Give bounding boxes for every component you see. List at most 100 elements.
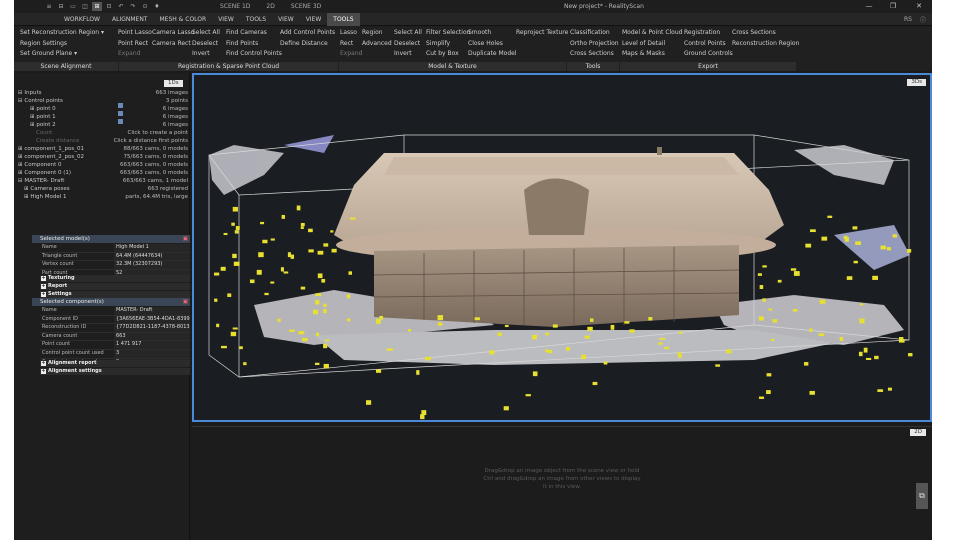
tree-row[interactable]: ⊞ point 2 6 images [18,121,188,129]
menu-item-tools[interactable]: TOOLS [327,12,360,26]
camera-marker[interactable] [792,308,798,312]
ribbon-button[interactable]: Duplicate Model [468,49,517,60]
camera-marker[interactable] [270,281,275,284]
camera-marker[interactable] [315,362,320,366]
camera-marker[interactable] [375,318,381,324]
menu-item-mesh-color[interactable]: MESH & COLOR [153,13,212,26]
camera-marker[interactable] [474,317,480,321]
ribbon-button[interactable]: Camera Rect [152,39,194,50]
camera-marker[interactable] [759,285,764,289]
camera-marker[interactable] [416,370,420,375]
camera-marker[interactable] [323,303,327,308]
checkbox[interactable] [118,103,123,108]
camera-marker[interactable] [715,364,721,367]
property-value[interactable]: High Model 1 [114,244,190,252]
ribbon-button[interactable]: Add Control Points [280,28,335,39]
camera-marker[interactable] [758,316,764,321]
help-icon[interactable]: ⓘ [920,15,926,24]
camera-marker[interactable] [300,222,305,227]
camera-marker[interactable] [280,267,284,272]
camera-marker[interactable] [810,229,816,233]
camera-marker[interactable] [853,260,858,264]
camera-marker[interactable] [220,266,226,271]
ribbon-button[interactable]: Point Lasso [118,28,152,39]
camera-marker[interactable] [503,406,509,411]
camera-marker[interactable] [629,329,635,333]
ribbon-button[interactable]: Cross Sections [732,28,799,39]
camera-marker[interactable] [726,349,732,354]
ribbon-button[interactable]: Find Control Points [226,49,282,60]
camera-marker[interactable] [232,253,237,259]
ribbon-button[interactable]: Cut by Box [426,49,470,60]
camera-marker[interactable] [819,299,826,304]
camera-marker[interactable] [892,234,898,238]
camera-marker[interactable] [317,250,324,255]
tree-row[interactable]: ⊟ Inputs 663 images [18,89,188,97]
camera-marker[interactable] [283,271,289,274]
panel-toggle-icon[interactable]: ⧉ [916,483,928,509]
camera-marker[interactable] [315,332,320,337]
tree-row[interactable]: ⊞ component_1_pos_01 88/663 cams, 0 model… [18,145,188,153]
ribbon-button[interactable]: Maps & Masks [622,49,682,60]
camera-marker[interactable] [315,300,320,305]
camera-marker[interactable] [232,206,238,212]
camera-marker[interactable] [234,230,239,234]
camera-marker[interactable] [497,332,502,336]
camera-marker[interactable] [223,232,228,236]
camera-marker[interactable] [587,326,593,332]
camera-marker[interactable] [249,279,255,284]
subsection-alignment-settings[interactable]: + Alignment settings [40,368,190,375]
ribbon-button[interactable]: Expand [340,49,362,60]
menu-item-alignment[interactable]: ALIGNMENT [106,13,153,26]
camera-marker[interactable] [762,265,767,268]
camera-marker[interactable] [277,318,281,322]
camera-marker[interactable] [346,294,351,299]
camera-marker[interactable] [766,373,772,377]
tree-row[interactable]: Create distance Click a distance first po… [18,137,188,145]
menu-item-view[interactable]: VIEW [300,13,328,26]
tab-2d[interactable]: 2D [266,3,274,10]
camera-marker[interactable] [874,355,879,360]
camera-marker[interactable] [844,237,849,242]
camera-marker[interactable] [321,278,326,283]
property-value[interactable]: {77D2D821-1187-4378-8013... [114,324,190,332]
camera-marker[interactable] [886,247,891,251]
menu-item-workflow[interactable]: WORKFLOW [58,13,106,26]
camera-marker[interactable] [300,226,304,230]
camera-marker[interactable] [312,309,318,315]
camera-marker[interactable] [323,308,327,314]
ribbon-button[interactable]: Region Settings [20,39,104,50]
camera-marker[interactable] [772,319,778,323]
ribbon-button[interactable]: Invert [394,49,422,60]
quick-tool-icon[interactable]: ⊞ [92,2,102,11]
camera-marker[interactable] [235,226,240,230]
ribbon-button[interactable]: Region [362,28,392,39]
ribbon-button[interactable]: Model & Point Cloud [622,28,682,39]
view-2d-badge[interactable]: 2D [910,429,926,436]
camera-marker[interactable] [809,390,815,395]
camera-marker[interactable] [375,369,382,373]
camera-marker[interactable] [323,343,328,349]
menu-item-tools[interactable]: TOOLS [240,13,272,26]
camera-marker[interactable] [677,352,682,356]
tree-row[interactable]: ⊞ component_2_pos_02 75/663 cams, 0 model… [18,153,188,161]
model-viewport[interactable] [194,75,930,420]
property-value[interactable]: {3A656EAE-3B54-4DA1-8399... [114,315,190,324]
camera-marker[interactable] [610,324,615,330]
camera-marker[interactable] [552,324,558,328]
camera-marker[interactable] [818,333,825,337]
ribbon-button[interactable] [732,49,799,60]
ribbon-button[interactable]: Point Rect [118,39,152,50]
menu-item-view[interactable]: VIEW [212,13,240,26]
panel-badge[interactable]: 1Ds [164,80,183,87]
ribbon-button[interactable]: Define Distance [280,39,335,50]
ribbon-button[interactable]: Select All [192,28,220,39]
camera-marker[interactable] [565,346,571,351]
tab-scene-3d[interactable]: SCENE 3D [291,3,321,10]
camera-marker[interactable] [839,336,843,342]
quick-tool-icon[interactable]: ↶ [116,2,126,11]
camera-marker[interactable] [603,361,608,365]
camera-marker[interactable] [859,318,865,324]
camera-marker[interactable] [216,323,220,328]
quick-tool-icon[interactable]: ⊟ [56,2,66,11]
